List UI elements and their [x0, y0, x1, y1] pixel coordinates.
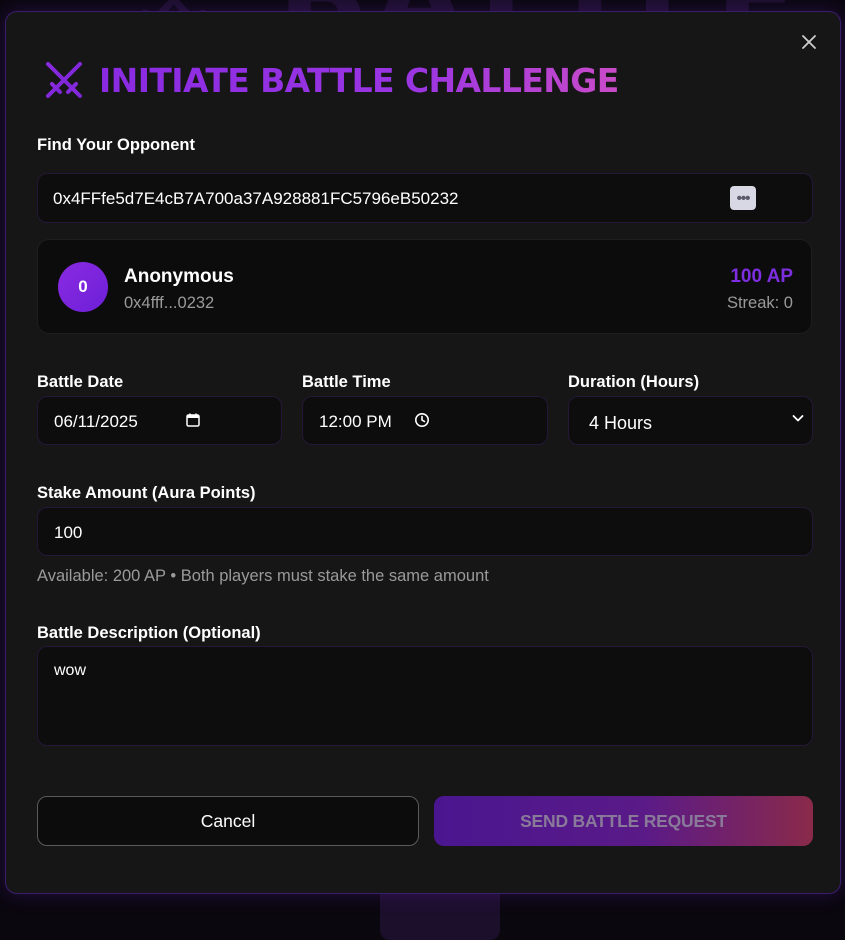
- opponent-name: Anonymous: [124, 266, 234, 287]
- battle-date-label: Battle Date: [37, 373, 124, 391]
- cancel-button[interactable]: Cancel: [37, 796, 419, 846]
- opponent-profile-card: 0 Anonymous 0x4fff...0232 100 AP Streak:…: [37, 239, 812, 334]
- crossed-swords-icon: [46, 62, 82, 98]
- calendar-icon[interactable]: [185, 412, 201, 428]
- duration-select[interactable]: 4 Hours: [568, 396, 813, 445]
- battle-time-value: 12:00 PM: [319, 412, 392, 431]
- stake-amount-input[interactable]: 100: [37, 507, 813, 556]
- opponent-address-input[interactable]: 0x4FFfe5d7E4cB7A700a37A928881FC5796eB502…: [37, 173, 813, 223]
- duration-label: Duration (Hours): [568, 373, 700, 391]
- stake-label: Stake Amount (Aura Points): [37, 484, 256, 502]
- battle-description-textarea[interactable]: wow: [37, 646, 813, 746]
- chevron-down-icon: [792, 415, 804, 422]
- stake-hint: Available: 200 AP • Both players must st…: [37, 567, 489, 585]
- battle-time-input[interactable]: 12:00 PM: [302, 396, 548, 445]
- close-icon[interactable]: [798, 31, 820, 53]
- opponent-aura-points: 100 AP: [730, 266, 793, 287]
- duration-value: 4 Hours: [589, 413, 653, 433]
- description-label: Battle Description (Optional): [37, 624, 261, 642]
- wallet-icon[interactable]: •••: [730, 186, 756, 210]
- opponent-streak: Streak: 0: [726, 294, 793, 312]
- clock-icon[interactable]: [414, 412, 430, 428]
- avatar: 0: [58, 262, 108, 312]
- battle-description-value: wow: [54, 662, 87, 679]
- battle-date-input[interactable]: 06/11/2025: [37, 396, 282, 445]
- modal-header: INITIATE BATTLE CHALLENGE: [42, 58, 619, 102]
- opponent-short-address: 0x4fff...0232: [124, 294, 215, 312]
- battle-date-value: 06/11/2025: [54, 412, 138, 431]
- opponent-label: Find Your Opponent: [37, 136, 195, 154]
- opponent-address-value: 0x4FFfe5d7E4cB7A700a37A928881FC5796eB502…: [53, 189, 459, 208]
- modal-title: INITIATE BATTLE CHALLENGE: [99, 60, 619, 100]
- battle-challenge-modal: INITIATE BATTLE CHALLENGE Find Your Oppo…: [5, 11, 841, 894]
- stake-amount-value: 100: [54, 523, 83, 542]
- battle-time-label: Battle Time: [302, 373, 391, 391]
- send-battle-request-button[interactable]: SEND BATTLE REQUEST: [434, 796, 813, 846]
